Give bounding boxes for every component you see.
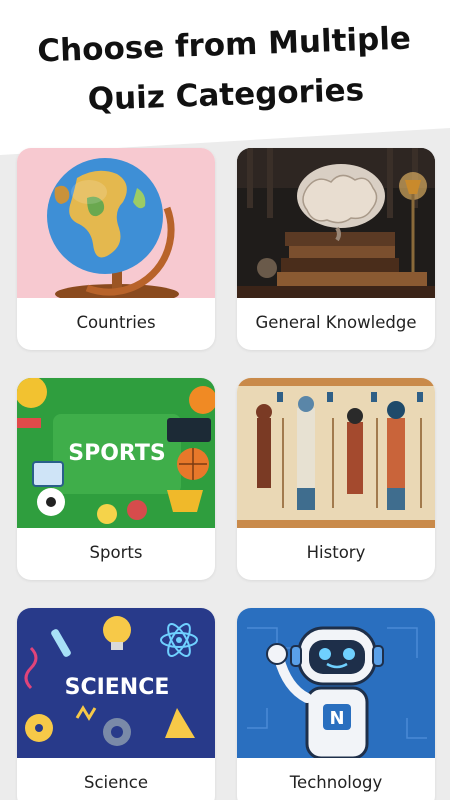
category-card-history[interactable]: History — [237, 378, 435, 580]
category-label: Technology — [289, 773, 383, 792]
category-card-technology[interactable]: N Technology — [237, 608, 435, 800]
category-card-sports[interactable]: SPORTS Sports — [17, 378, 215, 580]
science-icon: SCIENCE — [17, 608, 215, 758]
category-card-general-knowledge[interactable]: General Knowledge — [237, 148, 435, 350]
svg-text:SCIENCE: SCIENCE — [65, 675, 170, 700]
robot-icon: N — [237, 608, 435, 758]
brain-icon — [237, 148, 435, 298]
category-label: Countries — [76, 313, 156, 332]
sports-icon: SPORTS — [17, 378, 215, 528]
category-label: History — [306, 543, 366, 562]
svg-text:SPORTS: SPORTS — [68, 441, 165, 466]
category-card-science[interactable]: SCIENCE Science — [17, 608, 215, 800]
egyptian-mural-icon — [237, 378, 435, 528]
category-label: Science — [84, 773, 148, 792]
category-label: General Knowledge — [255, 313, 417, 332]
svg-text:N: N — [329, 708, 344, 729]
header: Choose from Multiple Quiz Categories — [0, 0, 450, 160]
page-title: Choose from Multiple Quiz Categories — [36, 20, 412, 118]
globe-icon — [17, 148, 215, 298]
category-label: Sports — [89, 543, 143, 562]
category-card-countries[interactable]: Countries — [17, 148, 215, 350]
